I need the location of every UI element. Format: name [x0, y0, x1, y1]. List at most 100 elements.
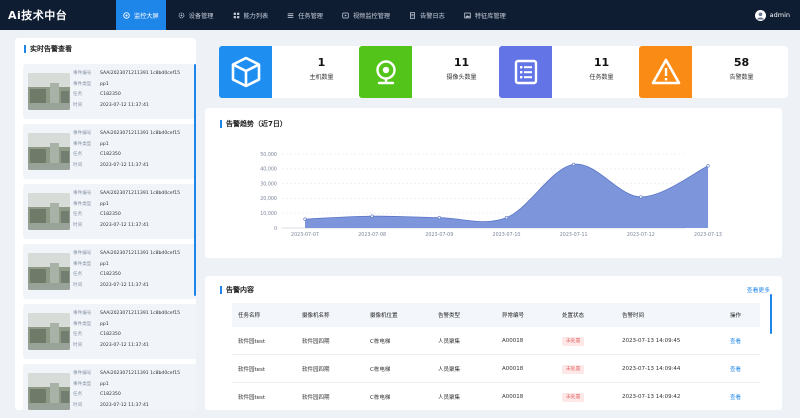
data-point: [504, 216, 509, 220]
data-point: [639, 195, 643, 199]
camera-icon: [359, 46, 412, 98]
cell-type: 人员聚集: [438, 366, 461, 373]
stat-card-alarms: 58 告警数量: [639, 46, 788, 98]
nav-item-monitor-screen[interactable]: 监控大屏: [116, 0, 166, 30]
nav-item-video-monitoring[interactable]: 视频监控管理: [335, 0, 397, 30]
column-header: 摄像机名称: [302, 313, 330, 319]
alarm-snapshot-image: [28, 373, 70, 410]
main-nav: 监控大屏 设备管理 能力列表 任务管理 视频监控管理 告警日志 特征库管理: [116, 0, 518, 30]
alarm-card[interactable]: 事件编号 SAAi2023071211391 1c8bd0cef15 事件类型 pp1…: [23, 244, 196, 299]
field-value-type: pp1: [100, 381, 109, 387]
image-icon: [464, 12, 471, 19]
stat-value: 11: [453, 56, 470, 69]
cell-location: C栋电梯: [370, 338, 391, 345]
field-value-type: pp1: [100, 81, 109, 87]
field-label: 事件类型: [73, 81, 92, 87]
monitor-icon: [123, 11, 130, 19]
view-link[interactable]: 查看: [730, 339, 741, 345]
cell-type: 人员聚集: [438, 338, 461, 345]
alarm-card[interactable]: 事件编号 SAAi2023071211391 1c8bd0cef15 事件类型 pp1…: [23, 64, 196, 119]
document-icon: [409, 11, 416, 19]
alarm-snapshot-image: [28, 253, 70, 290]
realtime-alarm-panel: 实时告警查看 事件编号 SAAi2023071211391 1c8bd0cef15…: [15, 38, 196, 410]
field-label: 事件编号: [73, 71, 92, 76]
grid-icon: [233, 12, 240, 19]
data-point: [437, 216, 441, 220]
field-value-task: C182350: [100, 212, 121, 217]
stat-value: 1: [317, 56, 326, 69]
gear-icon: [178, 12, 185, 19]
nav-item-task-management[interactable]: 任务管理: [280, 0, 330, 30]
task-list-icon: [499, 46, 552, 98]
field-value-type: pp1: [100, 321, 109, 327]
panel-title: 告警内容: [205, 276, 782, 303]
cell-task: 软件园test: [238, 338, 266, 345]
cell-camera: 软件园四期: [302, 394, 330, 401]
field-label: 时间: [73, 162, 83, 168]
cell-time: 2023-07-13 14:09:42: [622, 393, 681, 400]
stat-label: 任务数量: [589, 74, 614, 81]
y-tick-label: 10,000: [260, 211, 277, 217]
field-label: 时间: [73, 222, 83, 228]
y-tick-label: 40,000: [260, 167, 277, 173]
stat-label: 摄像头数量: [446, 74, 477, 81]
nav-label: 设备管理: [188, 12, 214, 20]
field-value-event: SAAi2023071211391 1c8bd0cef15: [100, 371, 181, 376]
scrollbar[interactable]: [194, 64, 196, 296]
view-link[interactable]: 查看: [730, 395, 741, 401]
scrollbar[interactable]: [770, 294, 772, 334]
field-label: 事件编号: [73, 251, 92, 256]
field-value-time: 2023-07-12 11:37:41: [100, 162, 149, 168]
field-value-type: pp1: [100, 141, 109, 147]
field-label: 任务: [73, 272, 83, 277]
alarm-fields: 事件编号 SAAi2023071211391 1c8bd0cef15 事件类型 pp1…: [73, 189, 180, 231]
field-label: 任务: [73, 392, 83, 397]
y-tick-label: 30,000: [260, 181, 277, 187]
alarm-snapshot-image: [28, 133, 70, 170]
field-label: 事件类型: [73, 141, 92, 147]
list-icon: [287, 12, 294, 19]
nav-item-capability-list[interactable]: 能力列表: [226, 0, 276, 30]
alarm-fields: 事件编号 SAAi2023071211391 1c8bd0cef15 事件类型 pp1…: [73, 309, 180, 351]
view-link[interactable]: 查看: [730, 367, 741, 373]
field-value-event: SAAi2023071211391 1c8bd0cef15: [100, 311, 181, 316]
stat-card-cameras: 11 摄像头数量: [359, 46, 508, 98]
alarm-fields: 事件编号 SAAi2023071211391 1c8bd0cef15 事件类型 pp1…: [73, 249, 180, 291]
y-tick-label: 50,000: [260, 152, 277, 158]
alarm-card[interactable]: 事件编号 SAAi2023071211391 1c8bd0cef15 事件类型 pp1…: [23, 304, 196, 359]
alarm-card[interactable]: 事件编号 SAAi2023071211391 1c8bd0cef15 事件类型 pp1…: [23, 364, 196, 410]
column-header: 异常编号: [502, 313, 525, 319]
table-header: 任务名称 摄像机名称 摄像机位置 告警类型 异常编号 处置状态 告警时间 操作: [232, 303, 760, 327]
user-menu[interactable]: admin: [754, 0, 790, 30]
data-point: [303, 217, 307, 221]
nav-item-device-management[interactable]: 设备管理: [171, 0, 221, 30]
nav-item-alarm-log[interactable]: 告警日志: [402, 0, 452, 30]
cell-action: 查看: [724, 337, 760, 345]
nav-label: 视频监控管理: [353, 12, 391, 20]
field-value-task: C182350: [100, 92, 121, 97]
field-label: 事件编号: [73, 191, 92, 196]
stat-value: 58: [733, 56, 750, 69]
alarm-card[interactable]: 事件编号 SAAi2023071211391 1c8bd0cef15 事件类型 pp1…: [23, 184, 196, 239]
field-label: 事件编号: [73, 311, 92, 316]
panel-title: 实时告警查看: [15, 38, 196, 60]
cell-status: 未处置: [556, 365, 616, 374]
alarm-fields: 事件编号 SAAi2023071211391 1c8bd0cef15 事件类型 pp1…: [73, 69, 180, 111]
cell-location: C栋电梯: [370, 366, 391, 373]
nav-item-feature-library[interactable]: 特征库管理: [457, 0, 513, 30]
alarm-snapshot-image: [28, 193, 70, 230]
field-label: 时间: [73, 342, 83, 348]
field-label: 任务: [73, 212, 83, 217]
cell-action: 查看: [724, 365, 760, 373]
field-label: 事件类型: [73, 201, 92, 207]
view-more-link[interactable]: 查看更多: [747, 285, 770, 294]
field-label: 任务: [73, 332, 83, 337]
nav-label: 监控大屏: [134, 12, 159, 20]
alarm-card[interactable]: 事件编号 SAAi2023071211391 1c8bd0cef15 事件类型 pp1…: [23, 124, 196, 179]
x-tick-label: 2023-07-09: [425, 232, 453, 238]
nav-label: 告警日志: [420, 12, 445, 20]
field-label: 事件编号: [73, 131, 92, 136]
cell-code: A00018: [502, 393, 524, 400]
field-value-type: pp1: [100, 201, 109, 207]
alarm-fields: 事件编号 SAAi2023071211391 1c8bd0cef15 事件类型 pp1…: [73, 369, 180, 410]
